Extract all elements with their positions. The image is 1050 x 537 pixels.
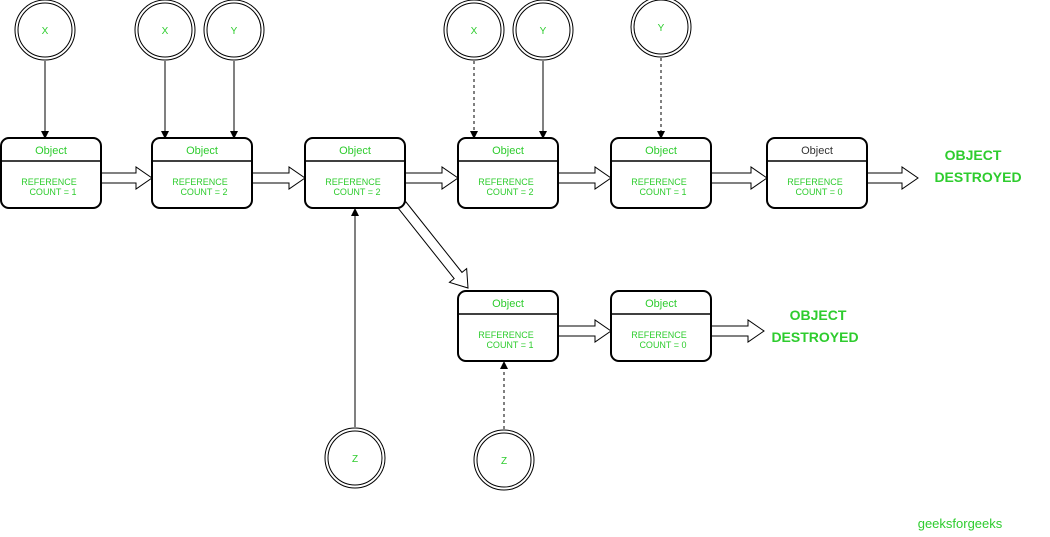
object-box: Object REFERENCECOUNT = 0 [610,290,712,362]
transition-arrow [404,166,459,190]
count-text: COUNT = 1 [486,340,533,350]
destroy-arrow [866,166,919,190]
object-title: Object [35,145,67,157]
object-title: Object [492,145,524,157]
reference-text: REFERENCE [478,177,534,187]
reference-variable-y: Y [203,0,265,61]
reference-text: REFERENCE [631,330,687,340]
reference-label: Y [231,26,238,37]
destroy-arrow [710,319,765,343]
reference-variable-y: Y [512,0,574,61]
count-text: COUNT = 2 [333,187,380,197]
object-title: Object [801,145,833,157]
object-title: Object [339,145,371,157]
reference-label: Y [658,23,665,34]
transition-arrow [710,166,768,190]
transition-arrow [100,166,153,190]
reference-label: X [471,26,478,37]
object-box: Object REFERENCECOUNT = 2 [151,137,253,209]
count-text: COUNT = 2 [486,187,533,197]
reference-text: REFERENCE [172,177,228,187]
reference-variable-y: Y [630,0,692,58]
object-title: Object [492,298,524,310]
watermark: geeksforgeeks [918,516,1003,531]
reference-variable-x: X [134,0,196,61]
reference-text: REFERENCE [21,177,77,187]
object-box: Object REFERENCECOUNT = 2 [304,137,406,209]
reference-label: Y [540,26,547,37]
reference-variable-z: Z [473,429,535,491]
reference-variable-x: X [443,0,505,61]
destroyed-label-2-line1: OBJECT [790,307,847,323]
destroyed-label-1-line2: DESTROYED [934,169,1021,185]
object-title: Object [645,298,677,310]
object-box: Object REFERENCECOUNT = 1 [610,137,712,209]
transition-arrow [251,166,306,190]
reference-label: Z [501,456,507,467]
destroyed-label-2-line2: DESTROYED [771,329,858,345]
count-text: COUNT = 1 [639,187,686,197]
reference-variable-z: Z [324,427,386,489]
reference-label: X [162,26,169,37]
count-text: COUNT = 0 [795,187,842,197]
destroyed-label-1-line1: OBJECT [945,147,1002,163]
reference-text: REFERENCE [787,177,843,187]
reference-count-diagram: X X Y X Y YZ ZObjectREFERENCECOUNT = 1ObjectRE… [0,0,1022,531]
reference-label: X [42,26,49,37]
reference-text: REFERENCE [631,177,687,187]
object-box: Object REFERENCECOUNT = 1 [0,137,102,209]
count-text: COUNT = 1 [29,187,76,197]
object-title: Object [186,145,218,157]
object-box: Object REFERENCECOUNT = 0 [766,137,868,209]
transition-arrow [557,319,612,343]
reference-text: REFERENCE [478,330,534,340]
object-title: Object [645,145,677,157]
object-box: Object REFERENCECOUNT = 2 [457,137,559,209]
transition-arrow [557,166,612,190]
reference-label: Z [352,454,358,465]
branch-arrow [397,201,469,289]
reference-text: REFERENCE [325,177,381,187]
object-box: Object REFERENCECOUNT = 1 [457,290,559,362]
reference-variable-x: X [14,0,76,61]
count-text: COUNT = 2 [180,187,227,197]
count-text: COUNT = 0 [639,340,686,350]
